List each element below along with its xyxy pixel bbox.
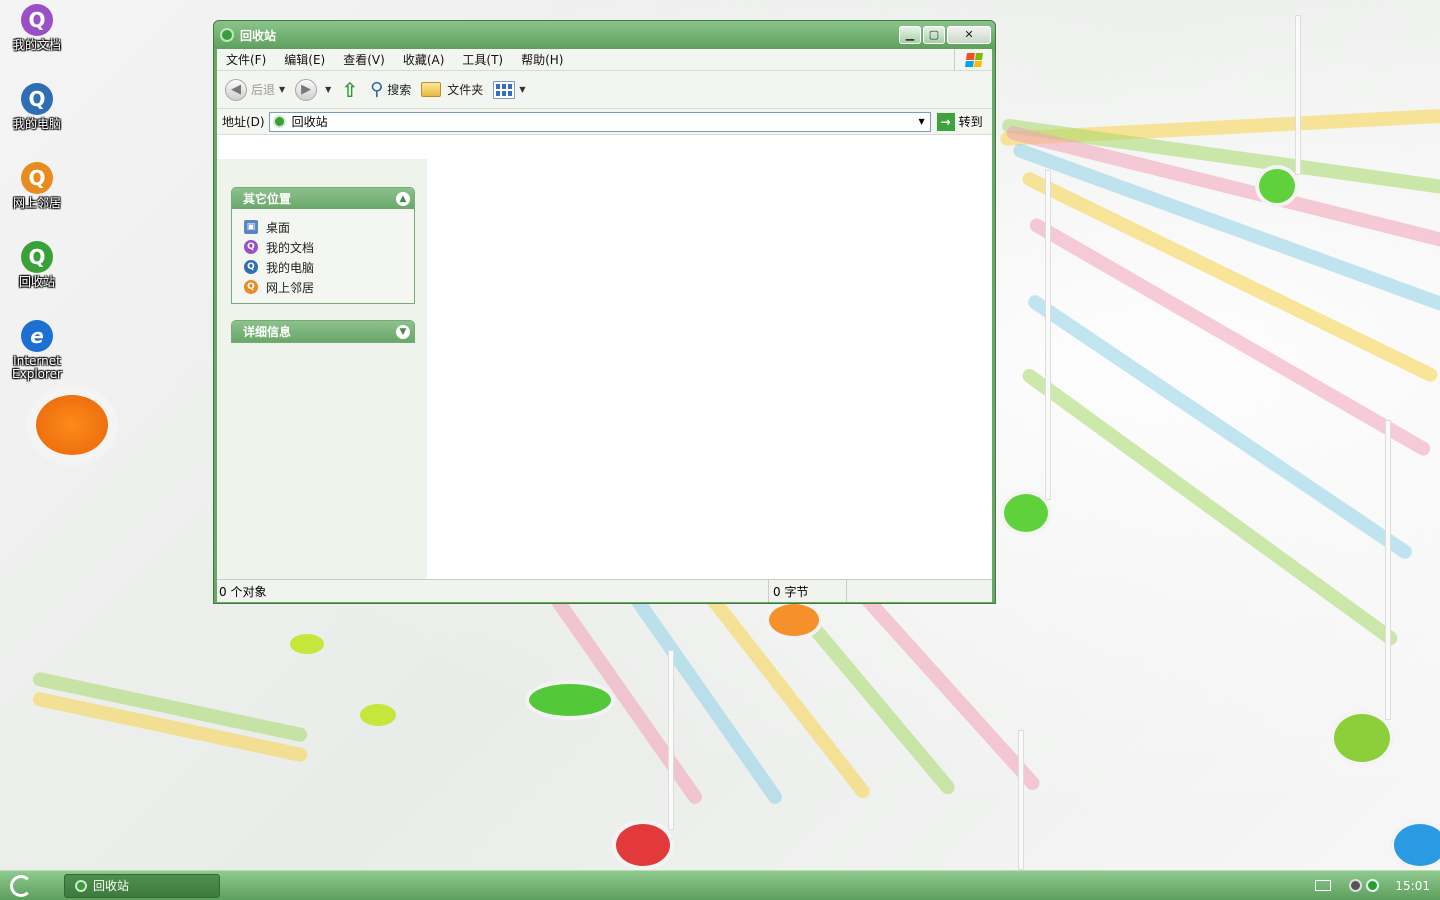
- up-button[interactable]: ⇧: [341, 78, 360, 102]
- tray-network-icon[interactable]: [1366, 879, 1380, 892]
- status-bar: 0 个对象 0 字节: [217, 579, 992, 602]
- go-arrow-icon: →: [936, 112, 955, 131]
- address-label: 地址(D): [222, 115, 265, 129]
- recycle-bin-icon: Q: [21, 241, 53, 273]
- collapse-icon[interactable]: ▲: [396, 191, 410, 206]
- taskbar-item-recycle-bin[interactable]: 回收站: [64, 873, 220, 898]
- menu-view[interactable]: 查看(V): [334, 51, 394, 68]
- tray-app-icon[interactable]: [1349, 879, 1363, 892]
- close-button[interactable]: ✕: [947, 26, 991, 44]
- file-list-area[interactable]: [427, 159, 992, 579]
- expand-icon[interactable]: ▼: [396, 324, 410, 339]
- menu-bar: 文件(F) 编辑(E) 查看(V) 收藏(A) 工具(T) 帮助(H): [217, 48, 992, 71]
- up-folder-icon: ⇧: [341, 77, 359, 102]
- views-icon: [493, 80, 516, 99]
- details-header[interactable]: 详细信息 ▼: [232, 321, 414, 342]
- keyboard-icon[interactable]: [1315, 880, 1332, 891]
- recycle-bin-icon: [220, 28, 234, 42]
- place-my-documents[interactable]: Q 我的文档: [244, 237, 414, 257]
- window-title: 回收站: [240, 28, 277, 43]
- menu-tools[interactable]: 工具(T): [453, 51, 512, 68]
- menu-file[interactable]: 文件(F): [217, 51, 275, 68]
- my-documents-icon: Q: [244, 240, 258, 254]
- place-my-computer[interactable]: Q 我的电脑: [244, 257, 414, 277]
- status-size: 0 字节: [769, 580, 847, 602]
- recycle-bin-window: 回收站 ▁ ▢ ✕ 文件(F) 编辑(E) 查看(V) 收藏(A) 工具(T) …: [213, 20, 996, 604]
- my-computer-icon: Q: [244, 260, 258, 274]
- forward-button[interactable]: ▶ ▼: [295, 78, 332, 101]
- minimize-button[interactable]: ▁: [899, 26, 921, 44]
- window-titlebar[interactable]: 回收站 ▁ ▢ ✕: [214, 21, 995, 49]
- internet-explorer-icon: e: [21, 320, 53, 352]
- system-tray: 15:01: [1315, 871, 1440, 900]
- other-places-panel: 其它位置 ▲ ▣ 桌面 Q 我的文档 Q 我的电脑 Q 网上邻居: [231, 187, 415, 304]
- start-icon: [10, 874, 32, 897]
- place-desktop[interactable]: ▣ 桌面: [244, 217, 414, 237]
- back-arrow-icon: ◀: [225, 78, 247, 101]
- folder-icon: [421, 82, 442, 97]
- desktop-icon-my-computer[interactable]: Q 我的电脑: [4, 83, 70, 131]
- menu-help[interactable]: 帮助(H): [512, 51, 572, 68]
- back-button[interactable]: ◀ 后退 ▼: [225, 78, 286, 101]
- chevron-down-icon: ▼: [519, 85, 526, 94]
- other-places-header[interactable]: 其它位置 ▲: [232, 188, 414, 209]
- recycle-bin-icon: [272, 115, 286, 128]
- chevron-down-icon: ▼: [279, 85, 286, 94]
- address-bar: 地址(D) 回收站 ▼ → 转到: [217, 109, 992, 135]
- my-documents-icon: Q: [21, 4, 53, 36]
- start-button[interactable]: [0, 871, 42, 900]
- forward-arrow-icon: ▶: [295, 78, 318, 101]
- address-input[interactable]: 回收站 ▼: [268, 111, 931, 132]
- folders-button[interactable]: 文件夹: [421, 81, 483, 98]
- my-computer-icon: Q: [21, 83, 53, 115]
- clock[interactable]: 15:01: [1395, 879, 1430, 893]
- network-places-icon: Q: [244, 280, 258, 294]
- views-button[interactable]: ▼: [493, 80, 526, 99]
- search-icon: ⚲: [370, 79, 384, 100]
- place-network-places[interactable]: Q 网上邻居: [244, 277, 414, 297]
- recycle-bin-icon: [75, 879, 87, 892]
- details-panel: 详细信息 ▼: [231, 320, 415, 343]
- maximize-button[interactable]: ▢: [923, 26, 945, 44]
- menu-favorites[interactable]: 收藏(A): [394, 51, 454, 68]
- windows-logo-icon: [954, 48, 992, 71]
- go-button[interactable]: → 转到: [936, 112, 983, 131]
- menu-edit[interactable]: 编辑(E): [275, 51, 334, 68]
- task-pane: 其它位置 ▲ ▣ 桌面 Q 我的文档 Q 我的电脑 Q 网上邻居 详细信息 ▼: [217, 159, 427, 579]
- desktop-icon-network-places[interactable]: Q 网上邻居: [4, 162, 70, 210]
- search-button[interactable]: ⚲ 搜索: [370, 79, 411, 100]
- address-dropdown-button[interactable]: ▼: [914, 113, 930, 131]
- desktop-icon-internet-explorer[interactable]: e Internet Explorer: [4, 320, 70, 381]
- taskbar: 回收站 15:01: [0, 870, 1440, 900]
- status-object-count: 0 个对象: [217, 580, 769, 602]
- standard-toolbar: ◀ 后退 ▼ ▶ ▼ ⇧ ⚲ 搜索 文件夹 ▼: [217, 71, 992, 109]
- desktop-icon-my-documents[interactable]: Q 我的文档: [4, 4, 70, 52]
- chevron-down-icon: ▼: [325, 85, 332, 94]
- desktop-icon-recycle-bin[interactable]: Q 回收站: [4, 241, 70, 289]
- network-places-icon: Q: [21, 162, 53, 194]
- desktop-icon: ▣: [244, 220, 258, 234]
